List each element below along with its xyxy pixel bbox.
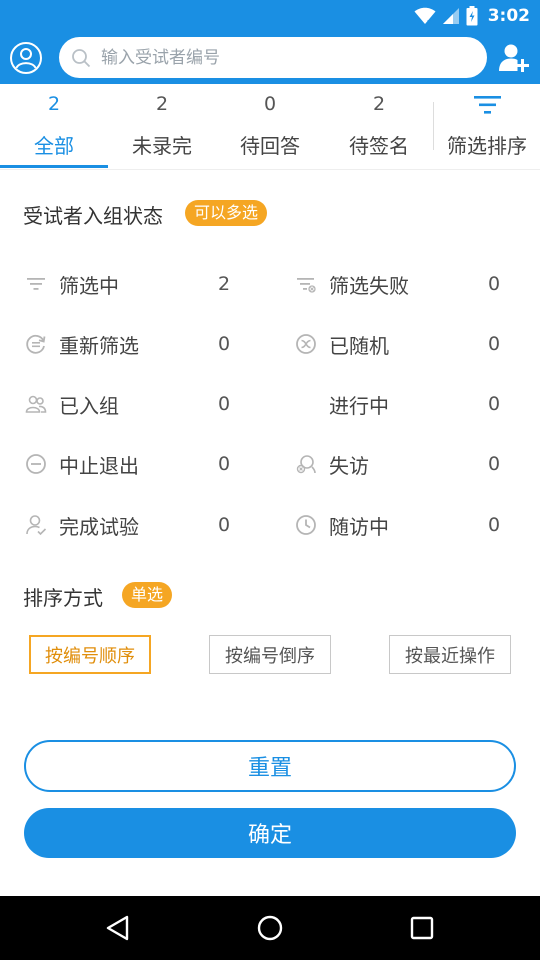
search-icon: [72, 48, 91, 67]
status-label: 筛选中: [59, 273, 119, 298]
status-option-rescreen[interactable]: 重新筛选: [25, 324, 139, 364]
status-section-title: 受试者入组状态: [23, 204, 163, 228]
sort-by-number-asc[interactable]: 按编号顺序: [29, 635, 151, 674]
tab-count: 0: [263, 93, 277, 115]
filter-lines-icon: [27, 278, 45, 290]
nav-home-button[interactable]: [254, 912, 286, 944]
status-option-in-progress[interactable]: 进行中: [295, 384, 389, 424]
search-input[interactable]: [99, 46, 459, 69]
status-label: 进行中: [329, 393, 389, 418]
status-option-enrolled[interactable]: 已入组: [25, 384, 119, 424]
home-icon: [257, 915, 283, 941]
tab-label: 未录完: [132, 134, 192, 158]
status-option-screen-failed[interactable]: 筛选失败: [295, 264, 409, 304]
blank-icon: [295, 393, 317, 415]
tab-incomplete[interactable]: 2 未录完: [108, 84, 216, 170]
battery-icon: [466, 6, 478, 26]
reset-button[interactable]: 重置: [24, 740, 516, 792]
single-select-badge: 单选: [122, 582, 173, 608]
clock-icon: [296, 515, 316, 535]
status-bar: x 3:02: [0, 0, 540, 32]
status-option-lost-to-follow-up[interactable]: 失访: [295, 444, 369, 484]
confirm-button[interactable]: 确定: [24, 808, 516, 858]
status-count: 2: [218, 273, 231, 295]
status-label: 失访: [329, 453, 369, 478]
status-count: 0: [218, 333, 231, 355]
nav-back-button[interactable]: [102, 912, 134, 944]
tab-count: 2: [47, 93, 61, 115]
status-count: 0: [488, 393, 501, 415]
system-nav-bar: [0, 896, 540, 960]
user-profile-icon[interactable]: [9, 41, 43, 75]
status-label: 已随机: [329, 333, 389, 358]
status-option-screening[interactable]: 筛选中: [25, 264, 119, 304]
status-count: 0: [488, 514, 501, 536]
status-option-withdrawn[interactable]: 中止退出: [25, 444, 139, 484]
status-icons: x 3:02: [414, 4, 530, 28]
lost-visit-icon: [296, 455, 316, 474]
tab-all[interactable]: 2 全部: [0, 84, 108, 170]
add-user-icon[interactable]: [498, 42, 530, 74]
tab-bar: 2 全部 2 未录完 0 待回答 2 待签名 筛选排序: [0, 84, 540, 170]
tab-label: 待回答: [240, 134, 300, 158]
status-label: 已入组: [59, 393, 119, 418]
status-count: 0: [218, 453, 231, 475]
status-option-follow-up[interactable]: 随访中: [295, 505, 389, 545]
multi-select-badge: 可以多选: [185, 200, 268, 226]
status-count: 0: [218, 514, 231, 536]
status-count: 0: [488, 453, 501, 475]
nav-recents-button[interactable]: [406, 912, 438, 944]
group-icon: [25, 395, 47, 413]
status-time: 3:02: [487, 6, 530, 26]
active-tab-indicator: [0, 165, 108, 168]
back-icon: [106, 915, 129, 941]
stop-icon: [26, 454, 46, 474]
signal-icon: [442, 8, 459, 24]
tab-count: 2: [155, 93, 169, 115]
status-label: 重新筛选: [59, 333, 139, 358]
status-label: 中止退出: [59, 453, 139, 478]
tab-filter-sort[interactable]: 筛选排序: [434, 84, 540, 170]
sort-section-title: 排序方式: [23, 586, 103, 610]
status-option-randomized[interactable]: 已随机: [295, 324, 389, 364]
status-count: 0: [488, 273, 501, 295]
shuffle-icon: [296, 334, 316, 354]
refresh-icon: [26, 334, 46, 354]
tab-pending-signature[interactable]: 2 待签名: [325, 84, 433, 170]
tab-label: 筛选排序: [447, 134, 527, 158]
status-count: 0: [218, 393, 231, 415]
tab-label: 待签名: [349, 134, 409, 158]
wifi-icon: x: [414, 7, 436, 25]
status-label: 随访中: [329, 514, 389, 539]
status-count: 0: [488, 333, 501, 355]
status-option-completed[interactable]: 完成试验: [25, 505, 139, 545]
status-label: 筛选失败: [329, 273, 409, 298]
status-label: 完成试验: [59, 514, 139, 539]
tab-label: 全部: [34, 134, 74, 158]
tab-count: 2: [372, 93, 386, 115]
filter-icon: [474, 96, 501, 114]
recents-icon: [410, 916, 434, 940]
svg-text:x: x: [427, 18, 431, 25]
person-check-icon: [26, 515, 47, 536]
sort-by-number-desc[interactable]: 按编号倒序: [209, 635, 331, 674]
app-bar: [0, 32, 540, 84]
sort-by-recent-action[interactable]: 按最近操作: [389, 635, 511, 674]
tab-pending-answer[interactable]: 0 待回答: [216, 84, 324, 170]
filter-fail-icon: [297, 278, 316, 293]
search-box[interactable]: [59, 37, 487, 78]
